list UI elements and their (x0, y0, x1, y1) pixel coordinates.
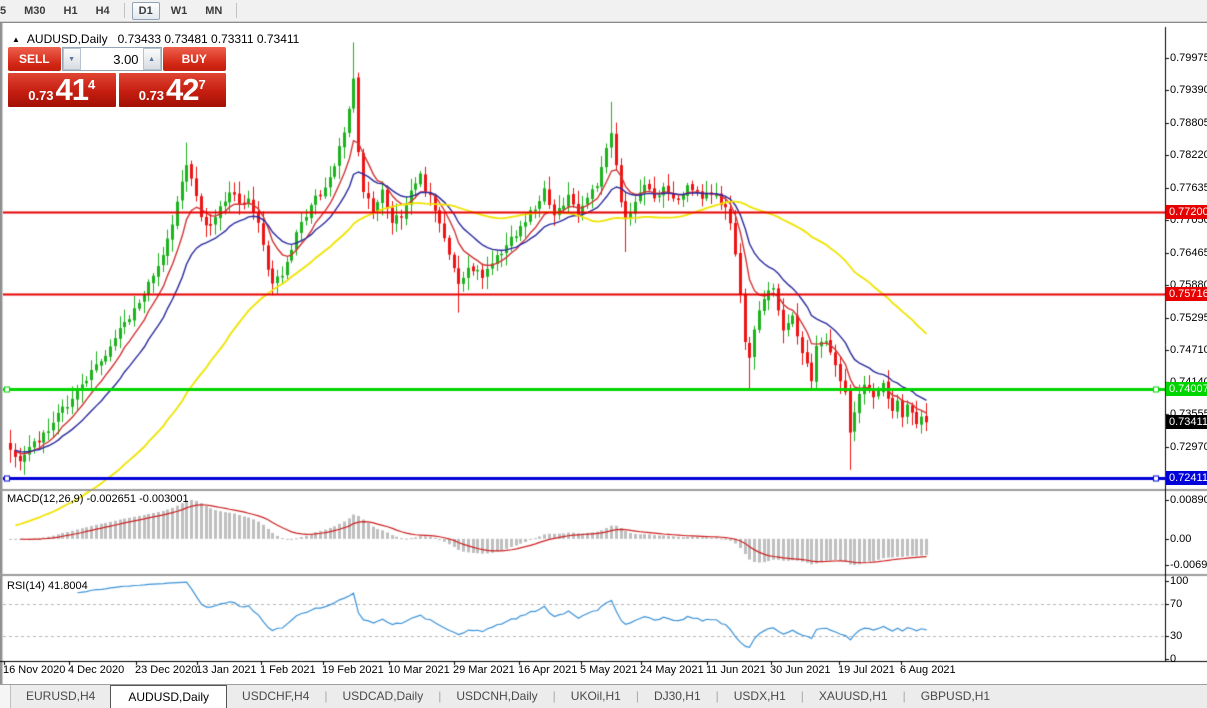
chart-canvas[interactable] (0, 23, 1207, 685)
chart-tab-bar: EURUSD,H4 AUDUSD,Daily USDCHF,H4 | USDCAD,Da… (0, 684, 1207, 708)
bid-big-digits: 41 (55, 72, 89, 107)
bid-prefix: 0.73 (28, 87, 54, 103)
bid-pipette: 4 (88, 77, 96, 92)
ask-pipette: 7 (198, 77, 206, 92)
toolbar-separator (123, 3, 125, 18)
symbol-label: AUDUSD,Daily (26, 32, 108, 46)
mt4-terminal: 5 M30 H1 H4 D1 W1 MN ▲ AUDUSD,Daily 0.73433 0.… (0, 0, 1207, 708)
ohlc-values: 0.73433 0.73481 0.73311 0.73411 (117, 32, 300, 46)
volume-increase-button[interactable]: ▲ (142, 48, 161, 70)
chart-header: ▲ AUDUSD,Daily 0.73433 0.73481 0.73311 0… (12, 32, 299, 46)
tab-items: EURUSD,H4 AUDUSD,Daily USDCHF,H4 | USDCAD,Da… (11, 685, 1005, 708)
chart-tab-USDCAD-Daily[interactable]: USDCAD,Daily (328, 685, 439, 708)
one-click-trading-panel: SELL ▼ ▲ BUY 0.73414 0.73427 (8, 47, 226, 107)
sell-price-display[interactable]: 0.73 41 4 (8, 73, 116, 107)
timeframe-button-M30[interactable]: M30 (17, 2, 52, 20)
timeframe-toolbar: 5 M30 H1 H4 D1 W1 MN (0, 0, 1207, 22)
timeframe-button-H1[interactable]: H1 (57, 2, 85, 20)
ask-prefix: 0.73 (138, 87, 165, 103)
timeframe-button-D1[interactable]: D1 (131, 1, 160, 20)
volume-input[interactable] (80, 48, 143, 70)
chart-tab-USDCNH-Daily[interactable]: USDCNH,Daily (441, 685, 552, 708)
chart-tab-XAUUSD-H1[interactable]: XAUUSD,H1 (804, 685, 903, 708)
chart-tab-USDCHF-H4[interactable]: USDCHF,H4 (227, 685, 324, 708)
buy-price-display[interactable]: 0.73 42 7 (118, 72, 226, 107)
chart-tab-AUDUSD-Daily[interactable]: AUDUSD,Daily (110, 685, 228, 708)
timeframe-button-W1[interactable]: W1 (164, 2, 195, 20)
chart-tab-GBPUSD-H1[interactable]: GBPUSD,H1 (906, 685, 1005, 708)
timeframe-button-5[interactable]: 5 (0, 2, 13, 20)
chart-window: ▲ AUDUSD,Daily 0.73433 0.73481 0.73311 0… (0, 22, 1207, 685)
chart-tab-UKOil-H1[interactable]: UKOil,H1 (556, 685, 636, 708)
timeframe-button-H4[interactable]: H4 (89, 2, 117, 20)
toolbar-separator (236, 3, 238, 18)
chart-tab-DJ30-H1[interactable]: DJ30,H1 (639, 685, 716, 708)
tab-scroll-strip[interactable] (0, 685, 11, 708)
chart-tab-EURUSD-H4[interactable]: EURUSD,H4 (11, 685, 110, 708)
ask-big-digits: 42 (166, 72, 199, 107)
buy-button[interactable]: BUY (162, 47, 226, 71)
volume-spinner: ▼ ▲ (61, 47, 162, 71)
volume-decrease-button[interactable]: ▼ (62, 48, 81, 70)
macd-indicator-label: MACD(12,26,9) -0.002651 -0.003001 (7, 493, 189, 505)
sell-button[interactable]: SELL (8, 47, 61, 71)
collapse-panel-icon[interactable]: ▲ (12, 35, 20, 44)
chart-tab-USDX-H1[interactable]: USDX,H1 (719, 685, 801, 708)
timeframe-button-MN[interactable]: MN (198, 2, 229, 20)
rsi-indicator-label: RSI(14) 41.8004 (7, 580, 88, 592)
